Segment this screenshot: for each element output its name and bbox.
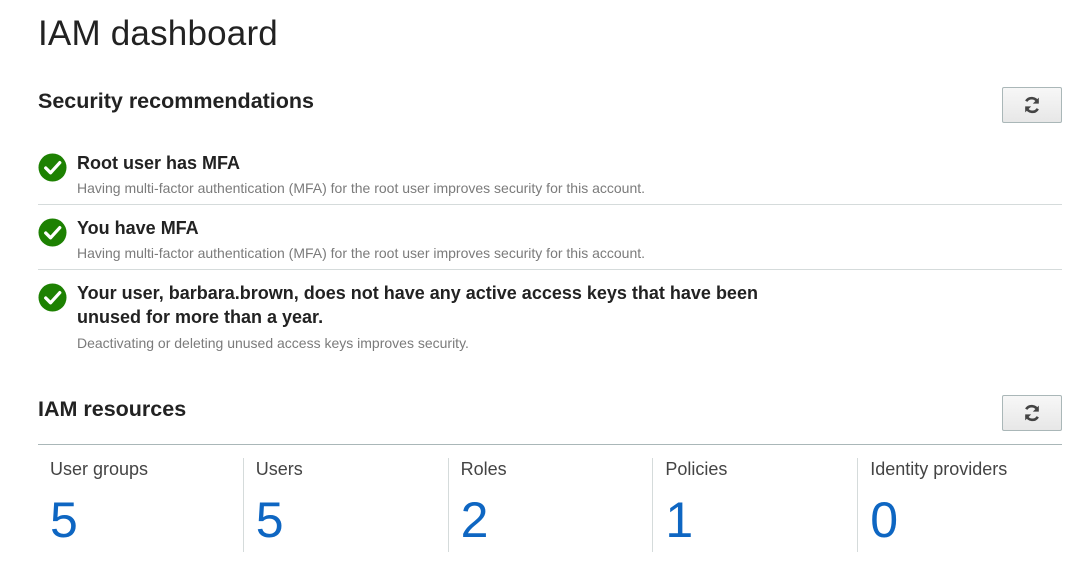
check-circle-icon	[38, 153, 67, 182]
check-circle-icon	[38, 283, 67, 312]
resource-roles: Roles 2	[447, 458, 653, 552]
resources-refresh-button[interactable]	[1002, 395, 1062, 431]
page-title: IAM dashboard	[38, 14, 278, 53]
recommendation-item: Your user, barbara.brown, does not have …	[38, 270, 1062, 360]
recommendation-item: Root user has MFA Having multi-factor au…	[38, 140, 1062, 205]
recommendation-description: Having multi-factor authentication (MFA)…	[77, 245, 646, 261]
policies-count-link[interactable]: 1	[665, 492, 857, 548]
security-refresh-button[interactable]	[1002, 87, 1062, 123]
resource-users: Users 5	[242, 458, 448, 552]
recommendation-item: You have MFA Having multi-factor authent…	[38, 205, 1062, 270]
user-groups-count-link[interactable]: 5	[50, 492, 243, 548]
iam-resources-grid: User groups 5 Users 5 Roles 2 Policies 1…	[38, 458, 1062, 552]
iam-dashboard-page: IAM dashboard Security recommendations R…	[0, 0, 1076, 583]
resource-label: User groups	[50, 459, 149, 479]
recommendation-title: You have MFA	[77, 218, 199, 238]
recommendation-title: Root user has MFA	[77, 153, 241, 173]
users-count-link[interactable]: 5	[256, 492, 448, 548]
recommendation-title: Your user, barbara.brown, does not have …	[77, 283, 758, 327]
security-recommendations-list: Root user has MFA Having multi-factor au…	[38, 140, 1062, 360]
resource-identity-providers: Identity providers 0	[857, 458, 1062, 552]
resource-label: Policies	[665, 459, 728, 479]
recommendation-description: Deactivating or deleting unused access k…	[77, 335, 469, 351]
identity-providers-count-link[interactable]: 0	[870, 492, 1062, 548]
resources-divider	[38, 444, 1062, 445]
iam-resources-title: IAM resources	[38, 397, 187, 421]
refresh-icon	[1025, 96, 1039, 114]
security-recommendations-title: Security recommendations	[38, 89, 315, 113]
resource-label: Identity providers	[870, 459, 1008, 479]
check-circle-icon	[38, 218, 67, 247]
resource-policies: Policies 1	[652, 458, 857, 552]
resource-label: Roles	[460, 459, 507, 479]
resource-user-groups: User groups 5	[38, 458, 243, 552]
refresh-icon	[1025, 404, 1039, 422]
recommendation-description: Having multi-factor authentication (MFA)…	[77, 180, 646, 196]
resource-label: Users	[255, 459, 303, 479]
roles-count-link[interactable]: 2	[461, 492, 653, 548]
